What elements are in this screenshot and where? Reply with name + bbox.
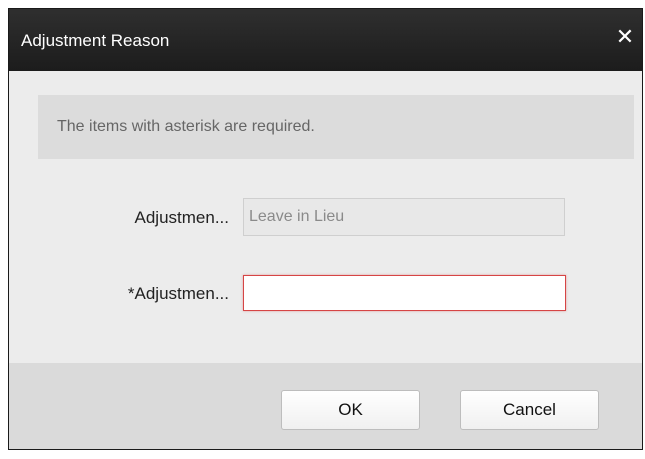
close-icon[interactable]: ✕ (614, 25, 636, 49)
ok-button[interactable]: OK (281, 390, 420, 430)
dialog-title: Adjustment Reason (21, 31, 170, 50)
adjustment-reason-label: *Adjustmen... (127, 284, 229, 303)
adjustment-type-field (243, 198, 565, 236)
adjustment-type-label: Adjustmen... (134, 208, 230, 227)
adjustment-reason-field[interactable] (243, 275, 566, 311)
dialog-footer: OK Cancel (9, 363, 642, 449)
adjustment-reason-dialog: Adjustment Reason ✕ The items with aster… (8, 8, 643, 450)
required-notice-text: The items with asterisk are required. (57, 118, 315, 135)
cancel-button[interactable]: Cancel (460, 390, 599, 430)
required-notice: The items with asterisk are required. (38, 95, 634, 159)
dialog-body: The items with asterisk are required. Ad… (9, 71, 642, 363)
dialog-titlebar[interactable]: Adjustment Reason ✕ (9, 9, 642, 71)
